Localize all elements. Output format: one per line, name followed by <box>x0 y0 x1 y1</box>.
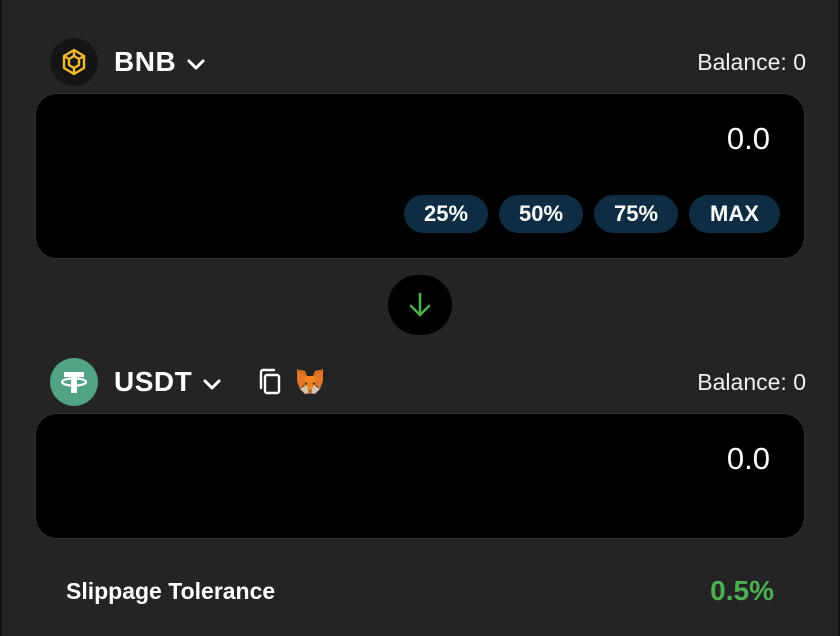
to-amount-input[interactable] <box>408 440 772 478</box>
to-token-symbol: USDT <box>114 366 193 397</box>
from-amount-input[interactable] <box>408 120 772 158</box>
percent-25-button[interactable]: 25% <box>404 195 488 233</box>
percent-50-button[interactable]: 50% <box>499 195 583 233</box>
panel-left-edge <box>0 0 2 636</box>
metamask-fox-icon[interactable] <box>294 367 326 397</box>
to-token-row: USDT Balance: 0 <box>50 357 806 407</box>
to-balance: Balance: 0 <box>697 368 806 395</box>
usdt-coin-icon <box>50 358 98 406</box>
token-action-icons <box>256 367 326 397</box>
max-button[interactable]: MAX <box>689 195 780 233</box>
slippage-label: Slippage Tolerance <box>66 577 276 604</box>
from-token-selector[interactable]: BNB <box>114 46 206 78</box>
copy-icon[interactable] <box>256 367 284 397</box>
percent-75-button[interactable]: 75% <box>594 195 678 233</box>
to-amount-panel <box>35 413 805 539</box>
from-token-symbol: BNB <box>114 46 177 77</box>
arrow-down-icon <box>409 292 431 317</box>
bnb-coin-icon <box>50 38 98 86</box>
chevron-down-icon <box>187 59 205 69</box>
slippage-tolerance-row[interactable]: Slippage Tolerance 0.5% <box>66 575 774 607</box>
from-amount-panel: 25% 50% 75% MAX <box>35 93 805 259</box>
swap-direction-button[interactable] <box>388 275 452 335</box>
from-token-row: BNB Balance: 0 <box>50 37 806 87</box>
to-token-selector[interactable]: USDT <box>114 366 222 398</box>
slippage-value: 0.5% <box>710 575 774 606</box>
chevron-down-icon <box>203 379 221 389</box>
from-balance: Balance: 0 <box>697 48 806 75</box>
percent-button-group: 25% 50% 75% MAX <box>404 195 780 233</box>
